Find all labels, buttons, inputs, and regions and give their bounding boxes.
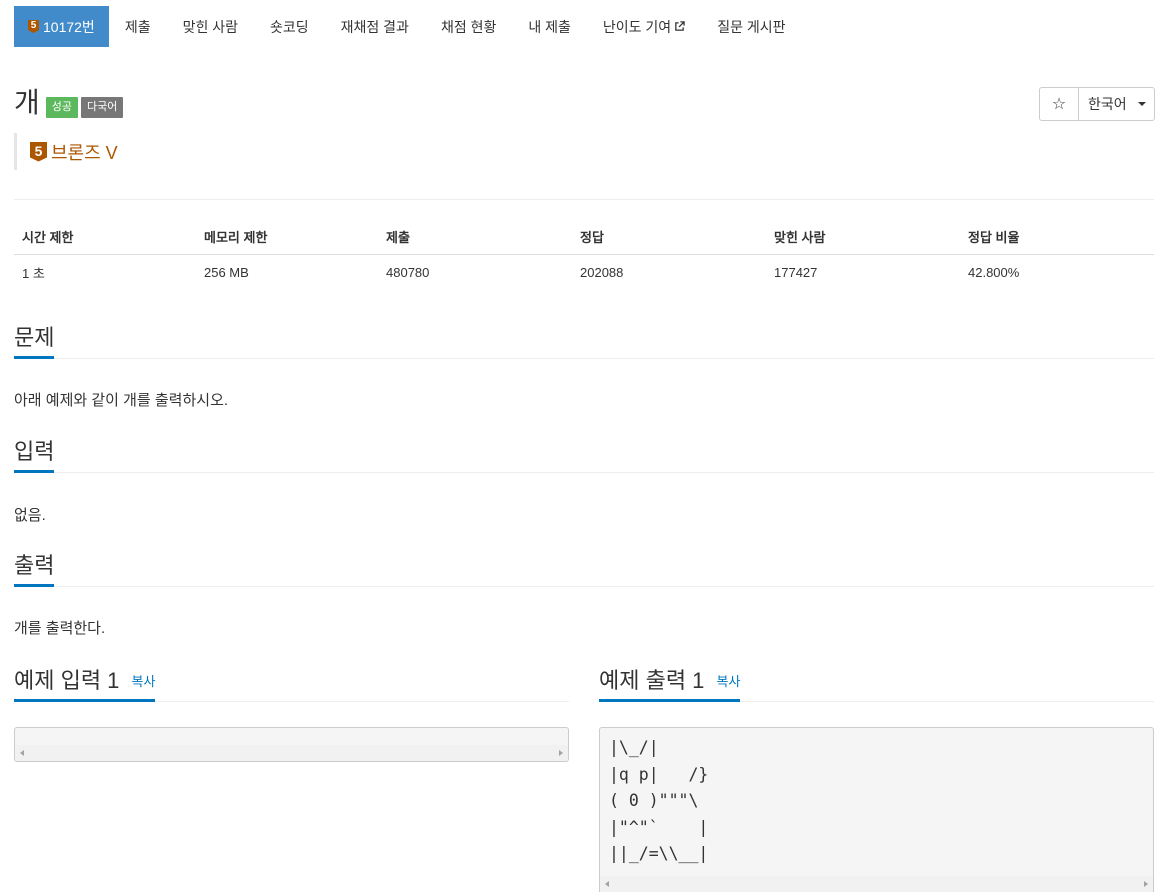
sample-input-title: 예제 입력 1 복사 bbox=[14, 666, 156, 702]
nav-rejudge-results[interactable]: 재채점 결과 bbox=[325, 6, 425, 47]
horizontal-scrollbar[interactable] bbox=[600, 876, 1153, 892]
input-section-header: 입력 bbox=[14, 437, 1154, 473]
accept-ratio-value: 42.800% bbox=[968, 264, 1020, 280]
output-title: 출력 bbox=[14, 551, 55, 587]
time-limit-value: 1 초 bbox=[22, 265, 45, 281]
divider bbox=[14, 199, 1154, 200]
problem-toolbar: ☆ 한국어 bbox=[1039, 87, 1155, 121]
caret-down-icon bbox=[1137, 102, 1146, 106]
horizontal-scrollbar[interactable] bbox=[15, 745, 568, 761]
sample-output-title-text: 예제 출력 1 bbox=[599, 668, 705, 693]
nav-submit[interactable]: 제출 bbox=[109, 6, 167, 47]
table-row: 1 초 256 MB 480780 202088 177427 42.800% bbox=[14, 254, 1154, 290]
favorite-button[interactable]: ☆ bbox=[1040, 88, 1079, 120]
header-submissions: 제출 bbox=[378, 220, 572, 255]
problem-title: 개 bbox=[14, 87, 40, 118]
accepted-value: 202088 bbox=[580, 264, 624, 280]
language-dropdown[interactable]: 한국어 bbox=[1079, 88, 1154, 120]
header-solved-users: 맞힌 사람 bbox=[766, 220, 960, 255]
nav-my-submissions[interactable]: 내 제출 bbox=[512, 6, 587, 47]
success-badge: 성공 bbox=[45, 97, 79, 118]
output-text: 개를 출력한다. bbox=[14, 620, 106, 637]
sample-input-header: 예제 입력 1 복사 bbox=[14, 666, 569, 702]
problem-nav: 5 10172번 제출 맞힌 사람 숏코딩 재채점 결과 채점 현황 내 제출 … bbox=[14, 6, 801, 47]
input-text: 없음. bbox=[14, 507, 46, 524]
description-text: 아래 예제와 같이 개를 출력하시오. bbox=[14, 392, 229, 409]
nav-solved-users[interactable]: 맞힌 사람 bbox=[167, 6, 254, 47]
scroll-left-icon[interactable] bbox=[20, 750, 24, 756]
scroll-left-icon[interactable] bbox=[605, 881, 609, 887]
nav-problem-number-label: 10172번 bbox=[43, 18, 95, 35]
memory-limit-value: 256 MB bbox=[204, 264, 249, 280]
problem-tier: 5 브론즈 V bbox=[14, 133, 118, 170]
bronze-tier-icon: 5 bbox=[30, 141, 47, 162]
nav-problem-number[interactable]: 5 10172번 bbox=[14, 6, 109, 47]
star-icon: ☆ bbox=[1051, 96, 1067, 113]
sample-output-title: 예제 출력 1 복사 bbox=[599, 666, 741, 702]
scroll-right-icon[interactable] bbox=[1144, 881, 1148, 887]
header-memory-limit: 메모리 제한 bbox=[196, 220, 378, 255]
solved-users-value: 177427 bbox=[774, 264, 818, 280]
problem-info-table: 시간 제한 메모리 제한 제출 정답 맞힌 사람 정답 비율 1 초 256 M… bbox=[14, 220, 1154, 290]
sample-output-header: 예제 출력 1 복사 bbox=[599, 666, 1154, 702]
submissions-value: 480780 bbox=[386, 264, 430, 280]
copy-sample-output-button[interactable]: 복사 bbox=[717, 674, 741, 689]
sample-input-content bbox=[15, 728, 568, 735]
header-time-limit: 시간 제한 bbox=[14, 220, 196, 255]
sample-output-content: |\_/| |q p| /} ( 0 )"""\ |"^"` | ||_/=\\… bbox=[609, 738, 709, 864]
sample-input-box[interactable] bbox=[14, 727, 569, 762]
external-link-icon bbox=[675, 21, 685, 31]
sample-output-box[interactable]: |\_/| |q p| /} ( 0 )"""\ |"^"` | ||_/=\\… bbox=[599, 727, 1154, 892]
nav-question-board[interactable]: 질문 게시판 bbox=[701, 6, 801, 47]
description-section-header: 문제 bbox=[14, 323, 1154, 359]
problem-title-row: 개 성공 다국어 bbox=[14, 86, 124, 120]
bronze-tier-icon: 5 bbox=[28, 20, 39, 33]
scroll-right-icon[interactable] bbox=[559, 750, 563, 756]
table-header-row: 시간 제한 메모리 제한 제출 정답 맞힌 사람 정답 비율 bbox=[14, 220, 1154, 255]
header-accept-ratio: 정답 비율 bbox=[960, 220, 1154, 255]
header-accepted: 정답 bbox=[572, 220, 766, 255]
input-title: 입력 bbox=[14, 437, 55, 473]
description-title: 문제 bbox=[14, 323, 55, 359]
sample-input-title-text: 예제 입력 1 bbox=[14, 668, 120, 693]
language-label: 한국어 bbox=[1088, 96, 1127, 112]
nav-difficulty-label: 난이도 기여 bbox=[602, 18, 672, 35]
multilingual-badge: 다국어 bbox=[81, 97, 124, 118]
tier-name: 브론즈 V bbox=[51, 142, 118, 163]
output-section-header: 출력 bbox=[14, 551, 1154, 587]
nav-difficulty-contribution[interactable]: 난이도 기여 bbox=[587, 6, 701, 47]
nav-short-coding[interactable]: 숏코딩 bbox=[254, 6, 325, 47]
copy-sample-input-button[interactable]: 복사 bbox=[132, 674, 156, 689]
nav-status[interactable]: 채점 현황 bbox=[425, 6, 512, 47]
